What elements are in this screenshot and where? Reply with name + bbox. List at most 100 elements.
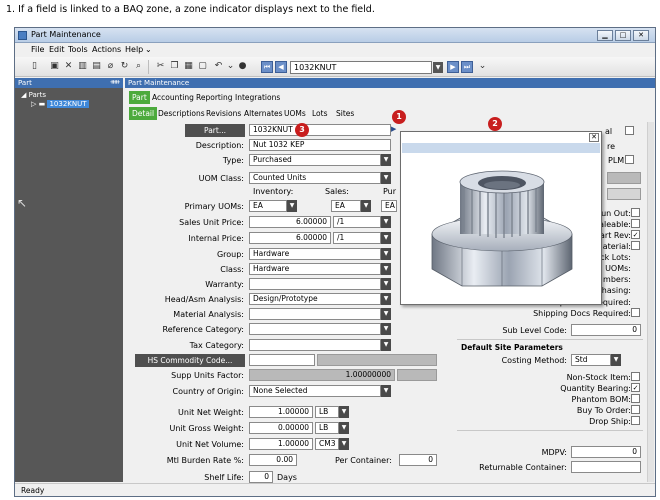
warranty-dropdown-icon[interactable]: ▼ bbox=[381, 278, 391, 290]
tab-uoms[interactable]: UOMs bbox=[281, 107, 309, 120]
copy-icon[interactable]: ❐ bbox=[169, 61, 180, 72]
uom-purchasing-select[interactable]: EA bbox=[381, 200, 397, 212]
print-icon[interactable]: ▤ bbox=[91, 61, 102, 72]
menu-actions[interactable]: Actions bbox=[92, 45, 121, 54]
costing-method-dropdown-icon[interactable]: ▼ bbox=[611, 354, 621, 366]
clipboard-icon[interactable]: ▦ bbox=[183, 61, 194, 72]
first-record-icon[interactable]: ⏮ bbox=[261, 61, 273, 73]
menu-tools[interactable]: Tools bbox=[68, 45, 88, 54]
country-dropdown-icon[interactable]: ▼ bbox=[381, 385, 391, 397]
sales-price-per-select[interactable]: /1 bbox=[333, 216, 381, 228]
country-of-origin-select[interactable]: None Selected bbox=[249, 385, 381, 397]
hs-commodity-code-field[interactable] bbox=[249, 354, 315, 366]
open-book-icon[interactable]: ▥ bbox=[77, 61, 88, 72]
next-record-icon[interactable]: ▶ bbox=[447, 61, 459, 73]
undo-icon[interactable]: ↶ bbox=[213, 61, 224, 72]
clear-icon[interactable]: ● bbox=[237, 61, 248, 72]
new-icon[interactable]: ▯ bbox=[29, 61, 40, 72]
attach-icon[interactable]: ⌀ bbox=[105, 61, 116, 72]
minimize-button[interactable]: ▁ bbox=[597, 30, 613, 41]
close-button[interactable]: ✕ bbox=[633, 30, 649, 41]
per-container-field[interactable]: 0 bbox=[399, 454, 437, 466]
saleable-checkbox[interactable] bbox=[631, 219, 640, 228]
shipping-docs-checkbox[interactable] bbox=[631, 308, 640, 317]
refresh-icon[interactable]: ↻ bbox=[119, 61, 130, 72]
net-weight-uom-dropdown-icon[interactable]: ▼ bbox=[339, 406, 349, 418]
tab-sites[interactable]: Sites bbox=[333, 107, 357, 120]
shelf-life-field[interactable]: 0 bbox=[249, 471, 273, 483]
tab-part[interactable]: Part bbox=[129, 91, 150, 104]
group-select[interactable]: Hardware bbox=[249, 248, 381, 260]
type-dropdown-icon[interactable]: ▼ bbox=[381, 154, 391, 166]
reference-category-select[interactable] bbox=[249, 323, 381, 335]
uom-class-dropdown-icon[interactable]: ▼ bbox=[381, 172, 391, 184]
key-field[interactable]: 1032KNUT bbox=[290, 61, 432, 74]
last-record-icon[interactable]: ⏭ bbox=[461, 61, 473, 73]
non-stock-checkbox[interactable] bbox=[631, 372, 640, 381]
uom-sales-dropdown-icon[interactable]: ▼ bbox=[361, 200, 371, 212]
cut-icon[interactable]: ✂ bbox=[155, 61, 166, 72]
material-analysis-select[interactable] bbox=[249, 308, 381, 320]
costing-method-select[interactable]: Std bbox=[571, 354, 611, 366]
class-dropdown-icon[interactable]: ▼ bbox=[381, 263, 391, 275]
right-checkbox-1[interactable] bbox=[625, 126, 634, 135]
tab-accounting[interactable]: Accounting bbox=[149, 91, 197, 104]
uom-inventory-dropdown-icon[interactable]: ▼ bbox=[287, 200, 297, 212]
gross-weight-uom-dropdown-icon[interactable]: ▼ bbox=[339, 422, 349, 434]
plm-checkbox[interactable] bbox=[625, 155, 634, 164]
internal-price-per-dropdown-icon[interactable]: ▼ bbox=[381, 232, 391, 244]
menu-help[interactable]: Help bbox=[125, 45, 143, 54]
material-checkbox[interactable] bbox=[631, 241, 640, 250]
sub-level-code-field[interactable]: 0 bbox=[571, 324, 641, 336]
menu-file[interactable]: File bbox=[31, 45, 44, 54]
key-dropdown-icon[interactable]: ▼ bbox=[433, 62, 443, 73]
head-asm-dropdown-icon[interactable]: ▼ bbox=[381, 293, 391, 305]
undo-menu-icon[interactable]: ⌄ bbox=[225, 61, 236, 72]
tab-lots[interactable]: Lots bbox=[309, 107, 330, 120]
description-field[interactable]: Nut 1032 KEP bbox=[249, 139, 391, 151]
quantity-bearing-checkbox[interactable]: ✓ bbox=[631, 383, 640, 392]
tab-alternates[interactable]: Alternates bbox=[241, 107, 286, 120]
part-field[interactable]: 1032KNUT bbox=[249, 124, 391, 136]
net-volume-uom-dropdown-icon[interactable]: ▼ bbox=[339, 438, 349, 450]
internal-price-field[interactable]: 6.00000 bbox=[249, 232, 331, 244]
paste-icon[interactable]: ▢ bbox=[197, 61, 208, 72]
save-icon[interactable]: ▣ bbox=[49, 61, 60, 72]
class-select[interactable]: Hardware bbox=[249, 263, 381, 275]
hs-commodity-code-button[interactable]: HS Commodity Code... bbox=[135, 354, 245, 367]
prev-record-icon[interactable]: ◀ bbox=[275, 61, 287, 73]
material-analysis-dropdown-icon[interactable]: ▼ bbox=[381, 308, 391, 320]
unit-gross-weight-uom[interactable]: LB bbox=[315, 422, 339, 434]
tax-category-select[interactable] bbox=[249, 339, 381, 351]
unit-gross-weight-field[interactable]: 0.00000 bbox=[249, 422, 313, 434]
buy-to-order-checkbox[interactable] bbox=[631, 405, 640, 414]
uom-class-select[interactable]: Counted Units bbox=[249, 172, 381, 184]
search-icon[interactable]: ⌕ bbox=[133, 61, 144, 72]
tree-item-1032knut[interactable]: ▷ ▬ 1032KNUT bbox=[31, 100, 89, 108]
popup-close-icon[interactable]: ✕ bbox=[589, 133, 599, 142]
pin-icon[interactable]: ᚔ bbox=[110, 78, 120, 86]
drop-ship-checkbox[interactable] bbox=[631, 416, 640, 425]
tab-detail[interactable]: Detail bbox=[129, 107, 158, 120]
sales-price-per-dropdown-icon[interactable]: ▼ bbox=[381, 216, 391, 228]
sales-unit-price-field[interactable]: 6.00000 bbox=[249, 216, 331, 228]
reference-category-dropdown-icon[interactable]: ▼ bbox=[381, 323, 391, 335]
tab-reporting[interactable]: Reporting bbox=[193, 91, 235, 104]
menu-overflow-icon[interactable]: ⌄ bbox=[145, 45, 152, 54]
delete-icon[interactable]: ✕ bbox=[63, 61, 74, 72]
tab-revisions[interactable]: Revisions bbox=[203, 107, 244, 120]
tree-root-parts[interactable]: ◢ Parts bbox=[21, 91, 46, 99]
head-asm-analysis-select[interactable]: Design/Prototype bbox=[249, 293, 381, 305]
part-button[interactable]: Part... bbox=[185, 124, 245, 137]
tab-descriptions[interactable]: Descriptions bbox=[155, 107, 208, 120]
tab-integrations[interactable]: Integrations bbox=[232, 91, 283, 104]
group-dropdown-icon[interactable]: ▼ bbox=[381, 248, 391, 260]
tun-out-checkbox[interactable] bbox=[631, 208, 640, 217]
phantom-bom-checkbox[interactable] bbox=[631, 394, 640, 403]
returnable-container-field[interactable] bbox=[571, 461, 641, 473]
unit-net-volume-uom[interactable]: CM3 bbox=[315, 438, 339, 450]
vertical-scrollbar[interactable] bbox=[647, 122, 654, 482]
mtl-burden-rate-field[interactable]: 0.00 bbox=[249, 454, 297, 466]
toolbar-overflow-icon[interactable]: ⌄ bbox=[477, 61, 488, 72]
uom-inventory-select[interactable]: EA bbox=[249, 200, 287, 212]
